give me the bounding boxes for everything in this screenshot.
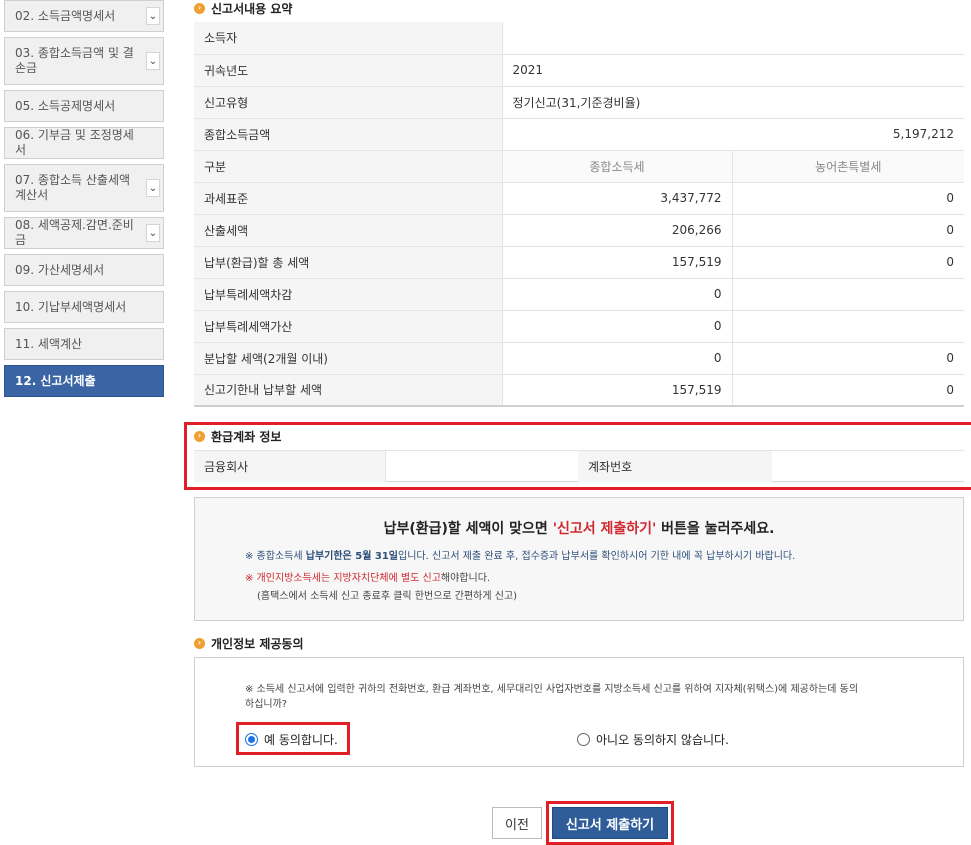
total-income-value: 5,197,212 bbox=[502, 118, 964, 151]
refund-account-table: 금융회사 계좌번호 bbox=[194, 450, 964, 482]
table-row: 귀속년도 2021 bbox=[194, 54, 964, 87]
table-row: 신고기한내 납부할 세액 157,519 0 bbox=[194, 374, 964, 407]
radio-checked-icon[interactable] bbox=[245, 733, 258, 746]
radio-unchecked-icon[interactable] bbox=[577, 733, 590, 746]
filing-type-value: 정기신고(31,기준경비율) bbox=[502, 86, 964, 119]
row-label: 귀속년도 bbox=[194, 54, 503, 87]
row-label: 분납할 세액(2개월 이내) bbox=[194, 342, 503, 375]
summary-table: 소득자 귀속년도 2021 신고유형 정기신고(31,기준경비율) 종합소득금액… bbox=[194, 22, 964, 407]
refund-title-text: 환급계좌 정보 bbox=[211, 429, 282, 444]
row-label: 신고기한내 납부할 세액 bbox=[194, 374, 503, 407]
taxpayer-value bbox=[502, 22, 964, 55]
sidebar-item-label: 10. 기납부세액명세서 bbox=[15, 299, 127, 314]
rural-tax-value: 0 bbox=[732, 214, 964, 247]
sidebar-item-donation[interactable]: 06. 기부금 및 조정명세서 bbox=[4, 127, 164, 159]
notice-payment-deadline: ※ 종합소득세 납부기한은 5월 31일입니다. 신고서 제출 완료 후, 접수… bbox=[245, 551, 796, 562]
sidebar-item-label: 02. 소득금액명세서 bbox=[15, 8, 116, 23]
rural-tax-value: 0 bbox=[732, 246, 964, 279]
sidebar-item-total-income[interactable]: 03. 종합소득금액 및 결손금 ⌄ bbox=[4, 37, 164, 85]
income-tax-value: 0 bbox=[502, 278, 733, 311]
consent-no-radio[interactable]: 아니오 동의하지 않습니다. bbox=[577, 731, 729, 748]
account-number-label: 계좌번호 bbox=[578, 451, 772, 482]
income-tax-value: 0 bbox=[502, 342, 733, 375]
previous-button[interactable]: 이전 bbox=[492, 807, 542, 839]
summary-title-text: 신고서내용 요약 bbox=[211, 1, 293, 16]
sidebar-item-label: 09. 가산세명세서 bbox=[15, 262, 105, 277]
chevron-down-icon[interactable]: ⌄ bbox=[146, 52, 160, 70]
consent-section-title: › 개인정보 제공동의 bbox=[194, 635, 304, 651]
table-row: 납부(환급)할 총 세액 157,519 0 bbox=[194, 246, 964, 279]
table-row: 납부특례세액가산 0 bbox=[194, 310, 964, 343]
table-row: 납부특례세액차감 0 bbox=[194, 278, 964, 311]
sidebar-item-label: 12. 신고서제출 bbox=[15, 373, 96, 388]
rural-tax-value: 0 bbox=[732, 182, 964, 215]
tax-year-value: 2021 bbox=[502, 54, 964, 87]
table-header-row: 구분 종합소득세 농어촌특별세 bbox=[194, 150, 964, 183]
income-tax-value: 206,266 bbox=[502, 214, 733, 247]
sidebar-item-income-statement[interactable]: 02. 소득금액명세서 ⌄ bbox=[4, 0, 164, 32]
sidebar-item-label: 05. 소득공제명세서 bbox=[15, 98, 116, 113]
row-label: 납부특례세액가산 bbox=[194, 310, 503, 343]
table-row: 소득자 bbox=[194, 22, 964, 55]
sidebar-item-tax-calculation-sheet[interactable]: 07. 종합소득 산출세액계산서 ⌄ bbox=[4, 164, 164, 212]
row-label: 납부특례세액차감 bbox=[194, 278, 503, 311]
consent-question: ※ 소득세 신고서에 입력한 귀하의 전화번호, 환급 계좌번호, 세무대리인 … bbox=[245, 684, 859, 710]
arrow-bullet-icon: › bbox=[194, 2, 205, 14]
arrow-bullet-icon: › bbox=[194, 430, 205, 442]
bank-label: 금융회사 bbox=[194, 451, 386, 482]
row-label: 납부(환급)할 총 세액 bbox=[194, 246, 503, 279]
table-row: 과세표준 3,437,772 0 bbox=[194, 182, 964, 215]
rural-tax-value: 0 bbox=[732, 342, 964, 375]
sidebar-item-income-deduction[interactable]: 05. 소득공제명세서 bbox=[4, 90, 164, 122]
refund-section-title: › 환급계좌 정보 bbox=[194, 428, 281, 444]
sidebar-item-label: 08. 세액공제.감면.준비금 bbox=[15, 218, 134, 247]
column-header-income-tax: 종합소득세 bbox=[502, 150, 733, 183]
sidebar-item-label: 03. 종합소득금액 및 결손금 bbox=[15, 46, 134, 75]
submit-notice-box: 납부(환급)할 세액이 맞으면 '신고서 제출하기' 버튼을 눌러주세요. ※ … bbox=[194, 497, 964, 621]
table-row: 분납할 세액(2개월 이내) 0 0 bbox=[194, 342, 964, 375]
notice-local-tax: ※ 개인지방소득세는 지방자치단체에 별도 신고해야합니다. bbox=[245, 573, 491, 584]
sidebar-item-label: 06. 기부금 및 조정명세서 bbox=[15, 128, 134, 157]
column-header-category: 구분 bbox=[194, 150, 503, 183]
income-tax-value: 0 bbox=[502, 310, 733, 343]
table-row: 종합소득금액 5,197,212 bbox=[194, 118, 964, 151]
rural-tax-value bbox=[732, 278, 964, 311]
sidebar-item-penalty-tax[interactable]: 09. 가산세명세서 bbox=[4, 254, 164, 286]
chevron-down-icon[interactable]: ⌄ bbox=[146, 224, 160, 242]
bank-field[interactable] bbox=[386, 451, 578, 482]
sidebar-item-tax-credit[interactable]: 08. 세액공제.감면.준비금 ⌄ bbox=[4, 217, 164, 249]
column-header-rural-tax: 농어촌특별세 bbox=[732, 150, 964, 183]
consent-title-text: 개인정보 제공동의 bbox=[211, 636, 304, 651]
sidebar-item-prepaid-tax[interactable]: 10. 기납부세액명세서 bbox=[4, 291, 164, 323]
income-tax-value: 157,519 bbox=[502, 246, 733, 279]
rural-tax-value bbox=[732, 310, 964, 343]
table-row: 신고유형 정기신고(31,기준경비율) bbox=[194, 86, 964, 119]
row-label: 과세표준 bbox=[194, 182, 503, 215]
sidebar-item-label: 07. 종합소득 산출세액계산서 bbox=[15, 173, 131, 202]
account-number-field[interactable] bbox=[772, 451, 964, 482]
consent-yes-radio[interactable]: 예 동의합니다. bbox=[245, 731, 338, 748]
arrow-bullet-icon: › bbox=[194, 637, 205, 649]
row-label: 소득자 bbox=[194, 22, 503, 55]
row-label: 신고유형 bbox=[194, 86, 503, 119]
notice-main-message: 납부(환급)할 세액이 맞으면 '신고서 제출하기' 버튼을 눌러주세요. bbox=[383, 521, 775, 537]
notice-local-tax-hint: (홈택스에서 소득세 신고 종료후 클릭 한번으로 간편하게 신고) bbox=[257, 591, 518, 602]
rural-tax-value: 0 bbox=[732, 374, 964, 407]
sidebar-item-label: 11. 세액계산 bbox=[15, 336, 83, 351]
summary-section-title: › 신고서내용 요약 bbox=[194, 0, 292, 16]
chevron-down-icon[interactable]: ⌄ bbox=[146, 179, 160, 197]
consent-yes-label[interactable]: 예 동의합니다. bbox=[264, 731, 338, 748]
row-label: 산출세액 bbox=[194, 214, 503, 247]
consent-no-label[interactable]: 아니오 동의하지 않습니다. bbox=[596, 731, 729, 748]
table-row: 산출세액 206,266 0 bbox=[194, 214, 964, 247]
sidebar-item-tax-calculation[interactable]: 11. 세액계산 bbox=[4, 328, 164, 360]
chevron-down-icon[interactable]: ⌄ bbox=[146, 7, 160, 25]
submit-return-button[interactable]: 신고서 제출하기 bbox=[552, 807, 668, 839]
row-label: 종합소득금액 bbox=[194, 118, 503, 151]
income-tax-value: 3,437,772 bbox=[502, 182, 733, 215]
sidebar-item-submit-return[interactable]: 12. 신고서제출 bbox=[4, 365, 164, 397]
income-tax-value: 157,519 bbox=[502, 374, 733, 407]
